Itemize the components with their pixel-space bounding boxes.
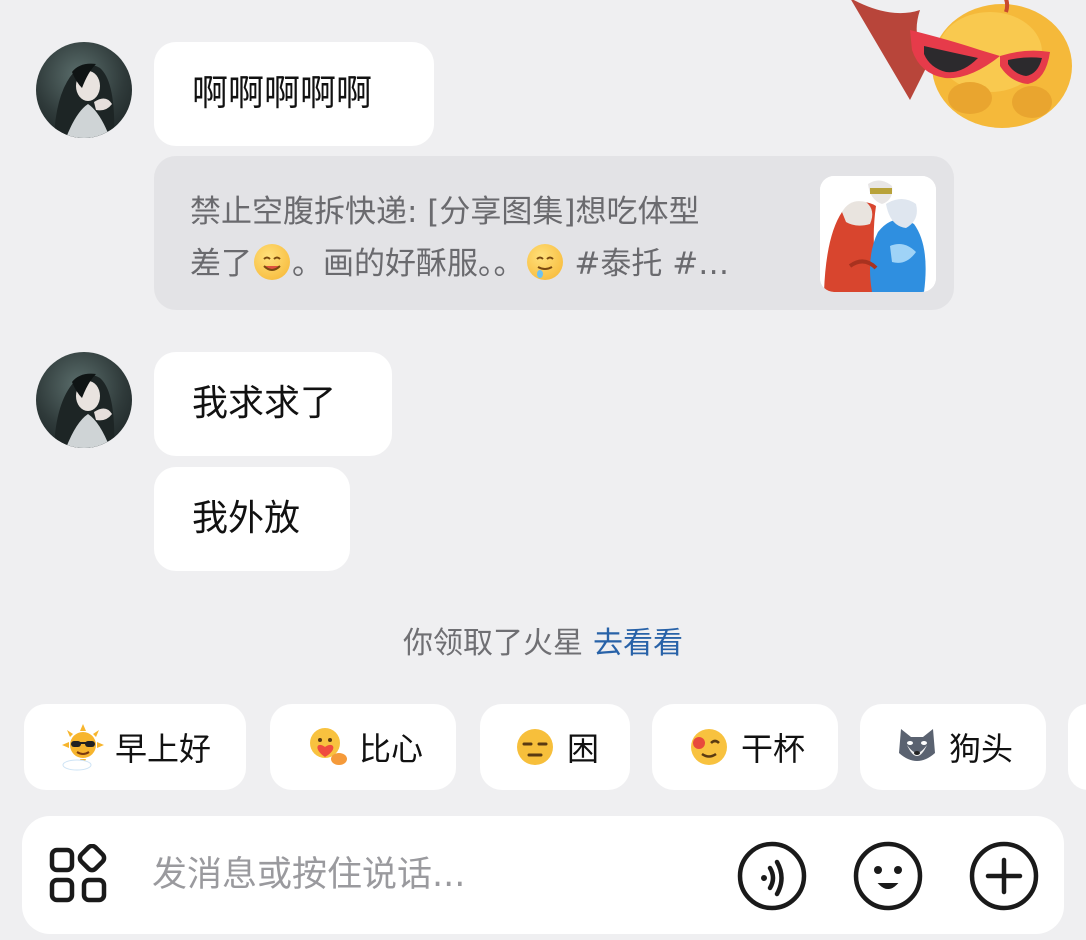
sleepy-face-icon <box>511 723 559 771</box>
voice-icon[interactable] <box>736 840 808 912</box>
heart-hands-icon <box>303 723 351 771</box>
quick-reply-label: 早上好 <box>114 730 211 768</box>
add-icon[interactable] <box>968 840 1040 912</box>
message-input-bar <box>22 816 1064 934</box>
apps-grid-icon[interactable] <box>48 843 110 906</box>
drooling-face-emoji-icon <box>526 244 563 280</box>
system-notice: 你领取了火星 去看看 <box>0 618 1086 662</box>
shared-post-hashtags: #泰托 #… <box>574 246 730 282</box>
quick-reply-chip[interactable]: 比心 <box>270 704 456 790</box>
quick-reply-chip[interactable]: 困 <box>480 704 630 790</box>
shared-post-text: 禁止空腹拆快递: [分享图集]想吃体型 差了 。画的好酥服。。 #泰托 #… <box>190 186 810 290</box>
emoji-icon[interactable] <box>852 840 924 912</box>
shared-post-line-2: 差了 。画的好酥服。。 #泰托 #… <box>190 238 810 290</box>
yum-face-emoji-icon <box>254 244 290 280</box>
quick-reply-label: 干杯 <box>740 730 805 768</box>
shared-post-text-part: 差了 <box>190 246 252 282</box>
message-text: 我外放 <box>192 498 301 539</box>
message-input[interactable] <box>152 840 712 910</box>
shared-post-line-1: 禁止空腹拆快递: [分享图集]想吃体型 <box>190 194 700 230</box>
shared-post-text-part: 。画的好酥服。。 <box>292 246 525 282</box>
quick-reply-label: 狗头 <box>948 730 1013 768</box>
sender-avatar[interactable] <box>36 352 132 448</box>
quick-reply-chip[interactable]: 干杯 <box>652 704 838 790</box>
mascot-sticker <box>851 0 1072 128</box>
shared-post-card[interactable]: 禁止空腹拆快递: [分享图集]想吃体型 差了 。画的好酥服。。 #泰托 #… <box>154 156 954 310</box>
quick-reply-label: 困 <box>566 730 599 768</box>
message-bubble[interactable]: 我求求了 <box>154 352 392 456</box>
dog-head-icon <box>893 723 941 771</box>
message-bubble[interactable]: 啊啊啊啊啊 <box>154 42 434 146</box>
sun-sunglasses-icon <box>59 723 107 771</box>
cheers-face-icon <box>685 723 733 771</box>
quick-reply-chip[interactable]: 早上好 <box>24 704 246 790</box>
quick-reply-chip[interactable]: 狗头 <box>860 704 1046 790</box>
quick-reply-chip[interactable] <box>1068 704 1086 790</box>
message-text: 啊啊啊啊啊 <box>192 73 373 114</box>
sender-avatar[interactable] <box>36 42 132 138</box>
quick-reply-label: 比心 <box>358 730 423 768</box>
view-link[interactable]: 去看看 <box>593 626 683 661</box>
message-text: 我求求了 <box>192 383 337 424</box>
message-bubble[interactable]: 我外放 <box>154 467 350 571</box>
system-notice-text: 你领取了火星 <box>403 626 583 661</box>
shared-post-thumbnail[interactable] <box>820 176 936 292</box>
